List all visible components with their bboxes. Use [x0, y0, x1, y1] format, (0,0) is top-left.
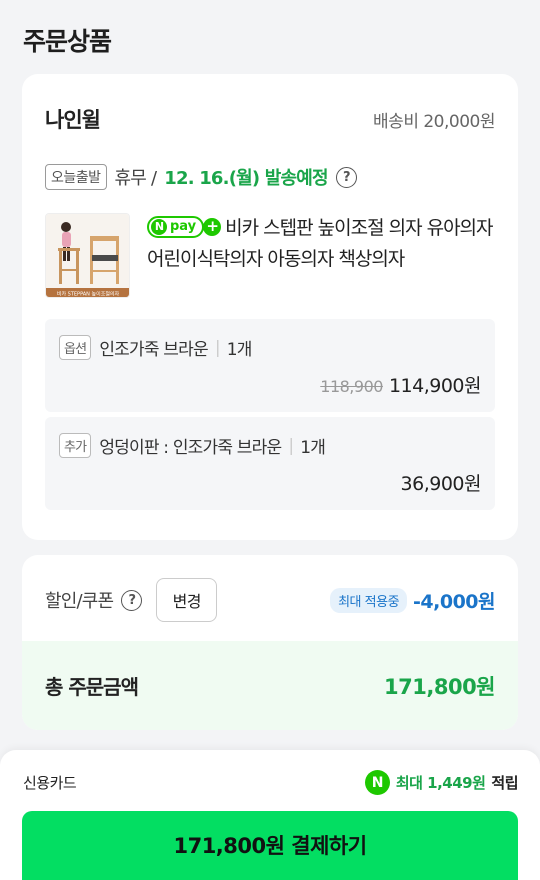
option-qty: 1개 [300, 438, 326, 458]
points-info: N 최대 1,449원 적립 [364, 770, 518, 795]
payment-row: 신용카드 N 최대 1,449원 적립 [23, 770, 518, 795]
shipping-date: 12. 16.(월) 발송예정 [164, 168, 328, 189]
product-image: 비카 STEPPAN 높이조절의자 [46, 214, 129, 298]
seller-row: 나인윌 배송비 20,000원 [45, 104, 495, 134]
divider: | [288, 435, 294, 456]
page-title: 주문상품 [23, 27, 112, 56]
max-applied-badge: 최대 적용중 [330, 587, 408, 613]
total-row: 총 주문금액 171,800원 [22, 641, 518, 730]
npay-label: pay [170, 219, 197, 234]
option-price: 114,900원 [388, 375, 482, 397]
change-coupon-button[interactable]: 변경 [156, 578, 218, 622]
option-box-main: 옵션 인조가죽 브라운 | 1개 118,900 114,900원 [45, 319, 495, 412]
shipping-fee: 배송비 20,000원 [373, 111, 495, 132]
shipping-status: 휴무 / [114, 168, 158, 189]
option-line: 추가 엉덩이판 : 인조가죽 브라운 | 1개 [59, 433, 326, 458]
npay-badge: N pay + [147, 215, 222, 238]
payment-method[interactable]: 신용카드 [23, 772, 77, 793]
order-product-card: 나인윌 배송비 20,000원 오늘출발 휴무 / 12. 16.(월) 발송예… [22, 74, 518, 540]
points-suffix: 적립 [491, 774, 518, 792]
divider: | [214, 337, 221, 358]
thumb-caption: 비카 STEPPAN 높이조절의자 [57, 291, 120, 298]
pay-button[interactable]: 171,800원 결제하기 [22, 811, 518, 880]
today-shipping-tag: 오늘출발 [45, 164, 107, 190]
option-name: 인조가죽 브라운 [99, 340, 208, 360]
option-name: 엉덩이판 : 인조가죽 브라운 [99, 438, 282, 458]
seller-name[interactable]: 나인윌 [45, 104, 101, 134]
original-price: 118,900 [320, 377, 383, 396]
option-price-block: 118,900 114,900원 [320, 371, 481, 398]
discount-row: 할인/쿠폰 ? 변경 최대 적용중 -4,000원 [45, 578, 495, 622]
npay-points-icon: N [364, 770, 390, 795]
option-price: 36,900원 [400, 473, 482, 495]
option-box-addon: 추가 엉덩이판 : 인조가죽 브라운 | 1개 36,900원 [45, 417, 495, 510]
help-icon[interactable]: ? [121, 589, 143, 611]
discount-left: 할인/쿠폰 ? 변경 [45, 578, 218, 622]
help-icon[interactable]: ? [335, 166, 357, 188]
shipping-info: 오늘출발 휴무 / 12. 16.(월) 발송예정 ? [45, 164, 357, 190]
product-name-block: N pay + 비카 스텝판 높이조절 의자 유아의자 어린이식탁의자 아동의자… [147, 213, 497, 298]
points-amount: 최대 1,449원 [395, 774, 486, 792]
discount-label: 할인/쿠폰 [45, 591, 114, 612]
discount-right: 최대 적용중 -4,000원 [330, 587, 495, 614]
npay-n-icon: N [151, 218, 167, 235]
plus-icon: + [203, 217, 222, 236]
product-thumbnail[interactable]: 비카 STEPPAN 높이조절의자 [45, 213, 130, 298]
option-qty: 1개 [226, 340, 253, 360]
discount-amount: -4,000원 [413, 590, 495, 613]
option-price-block: 36,900원 [400, 469, 482, 496]
option-line: 옵션 인조가죽 브라운 | 1개 [59, 335, 252, 360]
discount-card: 할인/쿠폰 ? 변경 최대 적용중 -4,000원 총 주문금액 171,800… [22, 555, 518, 730]
total-label: 총 주문금액 [45, 675, 139, 699]
product-row[interactable]: 비카 STEPPAN 높이조절의자 N pay + 비카 스텝판 높이조절 의자… [45, 213, 497, 298]
option-tag: 추가 [59, 433, 92, 458]
option-tag: 옵션 [59, 335, 92, 360]
npay-pill: N pay [147, 215, 205, 238]
total-value: 171,800원 [384, 674, 495, 699]
payment-sheet: 신용카드 N 최대 1,449원 적립 171,800원 결제하기 [0, 750, 540, 880]
